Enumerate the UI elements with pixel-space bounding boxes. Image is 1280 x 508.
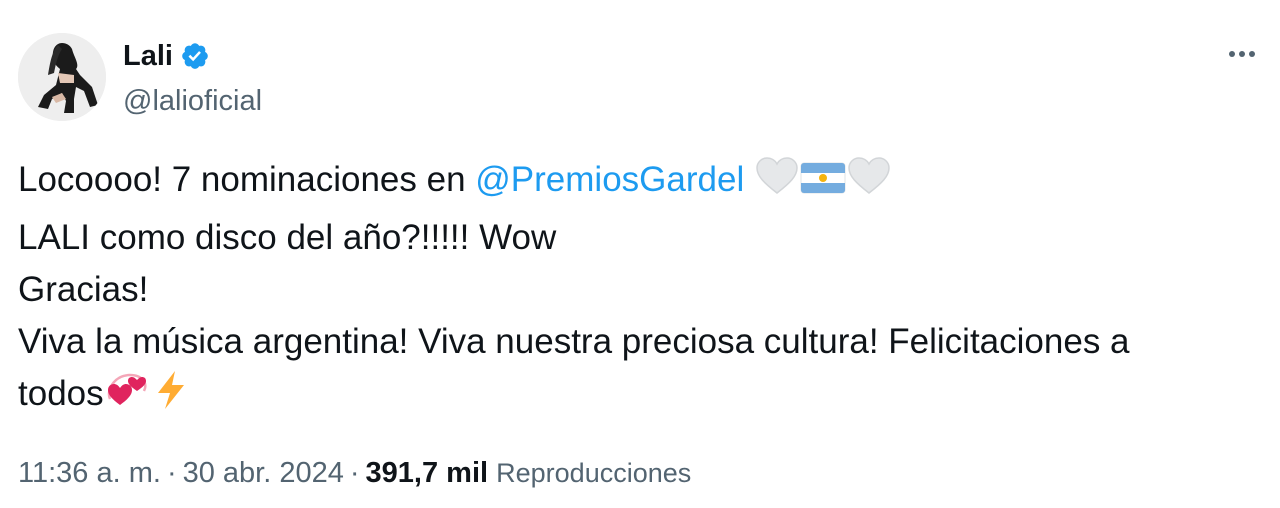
tweet-date[interactable]: 30 abr. 2024 [183,457,344,489]
tweet-card: Lali @lalioficial Locoooo! 7 nominacione… [0,0,1280,508]
revolving-hearts-icon [104,369,150,426]
meta-separator: · [166,457,177,489]
tweet-line-1: Locoooo! 7 nominaciones en @PremiosGarde… [18,154,1268,212]
tweet-text-segment: Locoooo! 7 nominaciones en [18,160,476,199]
author-name[interactable]: Lali [123,36,173,76]
argentina-flag-icon [800,157,846,212]
mention-link[interactable]: @PremiosGardel [475,160,744,199]
tweet-text-segment: todos [18,374,104,413]
tweet-time[interactable]: 11:36 a. m. [18,457,161,489]
meta-separator: · [349,457,360,489]
tweet-text: Locoooo! 7 nominaciones en @PremiosGarde… [18,154,1268,426]
tweet-line-2: LALI como disco del año?!!!!! Wow [18,218,557,257]
tweet-line-4: Viva la música argentina! Viva nuestra p… [18,322,1130,361]
white-heart-icon [846,157,892,212]
views-label[interactable]: Reproducciones [496,458,691,488]
white-heart-icon [754,157,800,212]
tweet-line-5: todos [18,368,1268,426]
author-name-row: Lali [123,36,262,76]
more-options-icon[interactable] [1224,40,1260,68]
author-block: Lali @lalioficial [123,36,262,121]
tweet-line-3: Gracias! [18,270,149,309]
tweet-meta: 11:36 a. m. · 30 abr. 2024 · 391,7 mil Repro… [18,453,691,493]
avatar[interactable] [18,33,106,121]
avatar-photo-icon [18,33,106,121]
views-count[interactable]: 391,7 mil [366,457,489,489]
verified-badge-icon[interactable] [180,41,210,71]
lightning-icon [150,369,192,426]
author-handle[interactable]: @lalioficial [123,81,262,121]
